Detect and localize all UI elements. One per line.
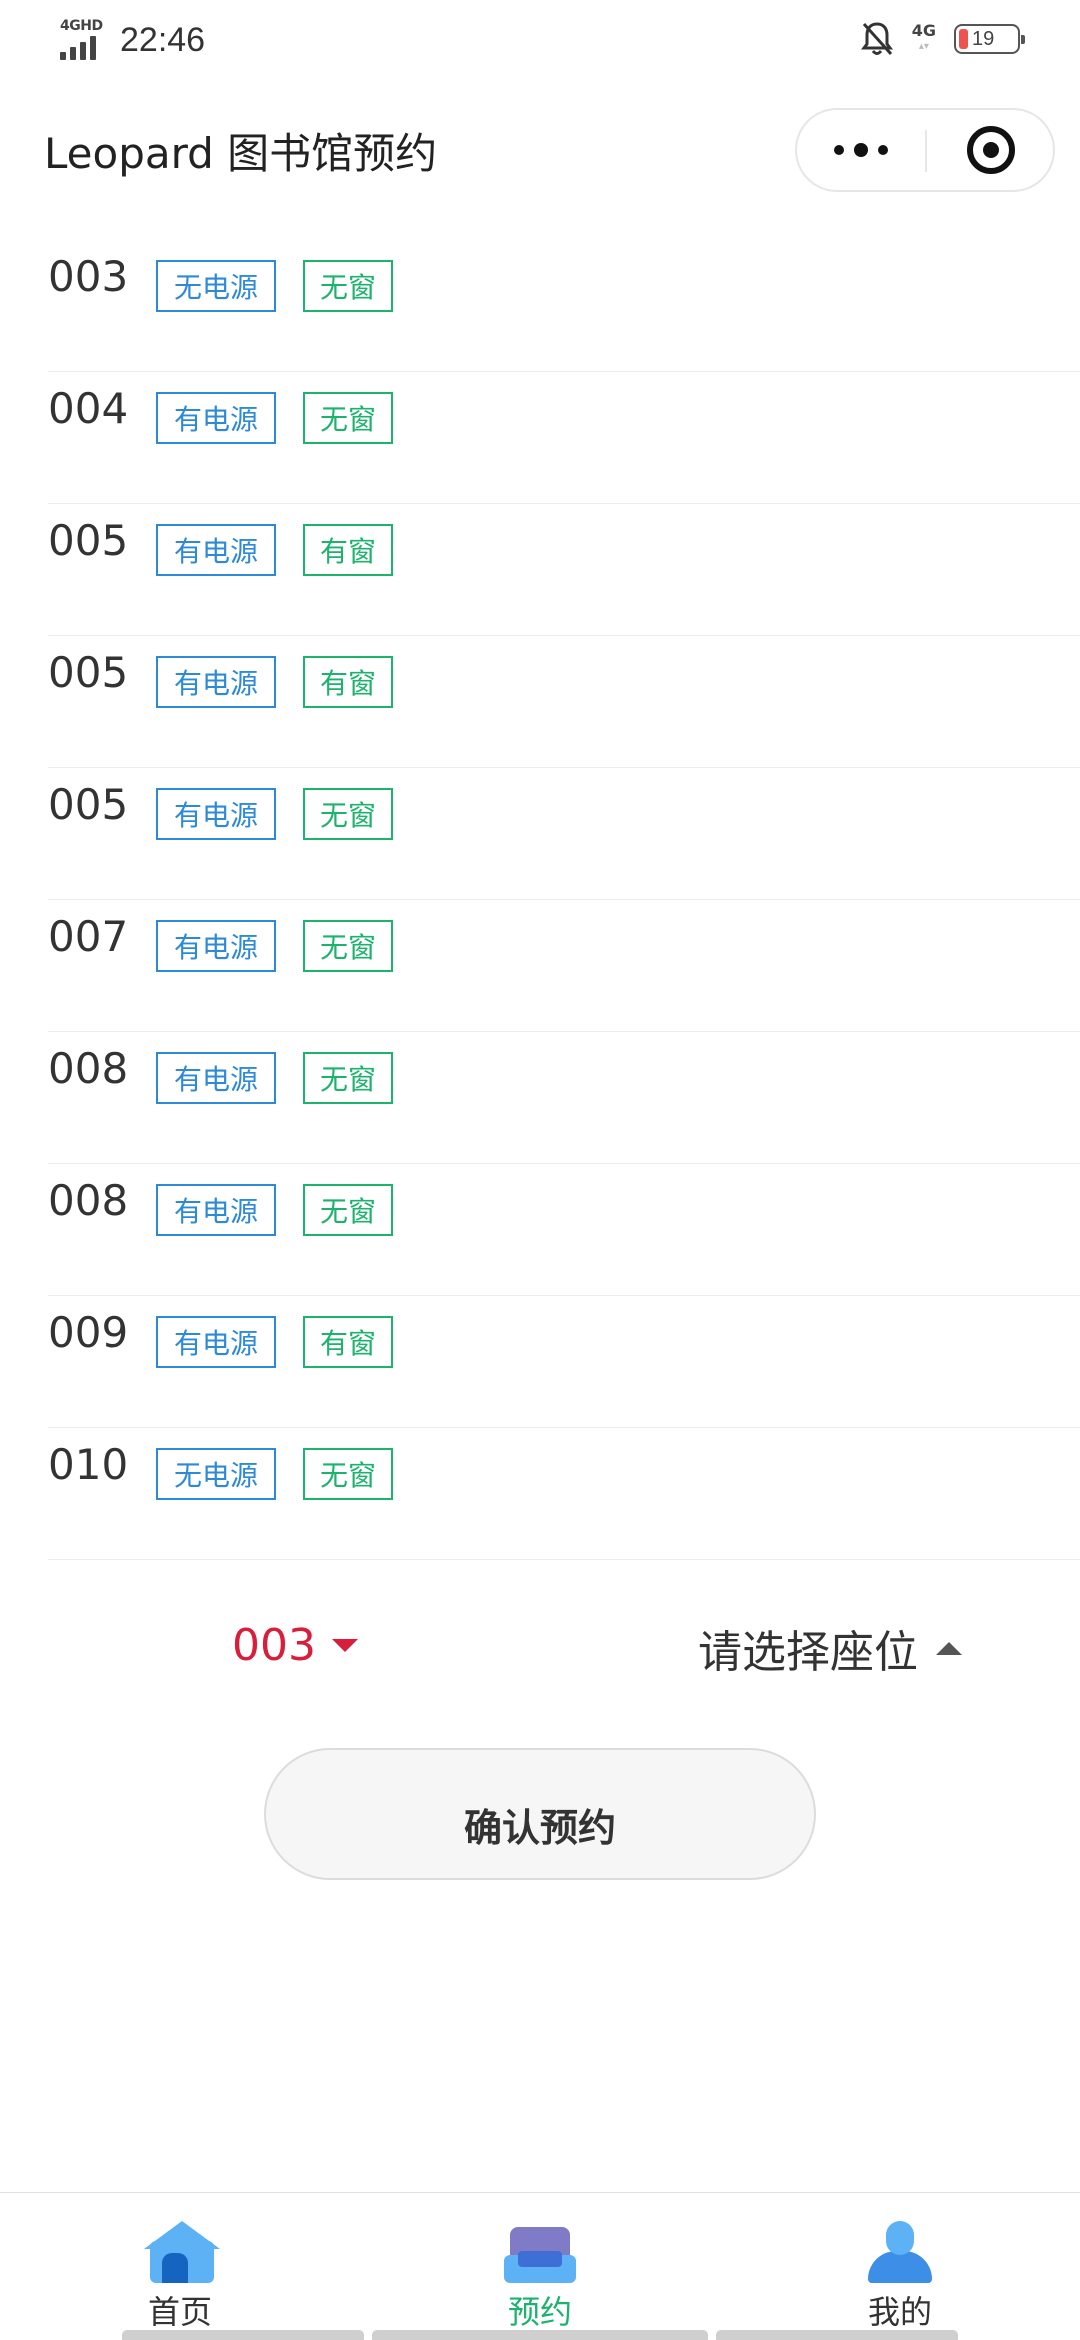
seat-number: 004 <box>48 384 129 433</box>
power-tag: 有电源 <box>156 392 276 444</box>
window-tag: 无窗 <box>303 788 393 840</box>
tab-label: 预约 <box>507 2293 572 2331</box>
signal-bars-icon <box>60 36 96 60</box>
sofa-icon <box>504 2221 576 2283</box>
caret-down-icon <box>331 1639 358 1652</box>
confirm-reservation-button[interactable]: 确认预约 <box>264 1748 816 1880</box>
seat-number: 003 <box>48 252 129 301</box>
tab-mine[interactable]: 我的 <box>780 2193 1020 2333</box>
seat-number: 008 <box>48 1044 129 1093</box>
window-tag: 无窗 <box>303 392 393 444</box>
seat-row[interactable]: 009 有电源 有窗 <box>48 1296 1080 1428</box>
mobile-data-label: 4G <box>911 21 936 40</box>
seat-number: 005 <box>48 780 129 829</box>
seat-number: 005 <box>48 516 129 565</box>
seat-row[interactable]: 005 有电源 无窗 <box>48 768 1080 900</box>
power-tag: 有电源 <box>156 920 276 972</box>
tab-label: 首页 <box>147 2293 212 2331</box>
power-tag: 有电源 <box>156 656 276 708</box>
power-tag: 有电源 <box>156 1052 276 1104</box>
home-indicator-segment <box>372 2330 708 2340</box>
window-tag: 无窗 <box>303 920 393 972</box>
seat-number: 005 <box>48 648 129 697</box>
more-dot-icon <box>854 143 868 157</box>
caret-up-icon <box>936 1641 962 1655</box>
seat-number: 010 <box>48 1440 129 1489</box>
window-tag: 有窗 <box>303 1316 393 1368</box>
data-arrows-icon: ▴▾ <box>918 41 929 52</box>
home-icon <box>144 2221 220 2283</box>
network-label: 4GHD <box>60 18 103 34</box>
window-tag: 无窗 <box>303 1448 393 1500</box>
seat-row[interactable]: 007 有电源 无窗 <box>48 900 1080 1032</box>
power-tag: 有电源 <box>156 524 276 576</box>
tab-label: 我的 <box>867 2293 932 2331</box>
battery-icon: 19 <box>954 24 1025 54</box>
seat-row[interactable]: 008 有电源 无窗 <box>48 1164 1080 1296</box>
status-left: 4GHD 22:46 <box>58 18 205 62</box>
mobile-data-indicator: 4G ▴▾ <box>912 23 936 55</box>
window-tag: 有窗 <box>303 524 393 576</box>
more-button[interactable] <box>797 110 925 190</box>
tab-reserve[interactable]: 预约 <box>420 2193 660 2333</box>
power-tag: 无电源 <box>156 1448 276 1500</box>
window-tag: 有窗 <box>303 656 393 708</box>
mini-program-capsule <box>795 108 1055 192</box>
seat-number: 009 <box>48 1308 129 1357</box>
bell-muted-icon <box>860 22 893 56</box>
status-bar: 4GHD 22:46 4G ▴▾ 19 <box>0 0 1080 80</box>
battery-text: 19 <box>972 27 995 50</box>
page: 4GHD 22:46 4G ▴▾ 19 Leopard 图书馆预约 003 无电… <box>0 0 1080 2340</box>
seat-row[interactable]: 004 有电源 无窗 <box>48 372 1080 504</box>
target-icon <box>967 126 1015 174</box>
seat-row[interactable]: 010 无电源 无窗 <box>48 1428 1080 1560</box>
seat-row[interactable]: 005 有电源 有窗 <box>48 636 1080 768</box>
seat-prompt: 请选择座位 <box>698 1627 918 1678</box>
power-tag: 无电源 <box>156 260 276 312</box>
window-tag: 无窗 <box>303 260 393 312</box>
seat-list: 003 无电源 无窗 004 有电源 无窗 005 有电源 有窗 005 有电源… <box>48 240 1080 1560</box>
navigation-bar: Leopard 图书馆预约 <box>0 100 1080 200</box>
tab-home[interactable]: 首页 <box>60 2193 300 2333</box>
user-icon <box>864 2221 936 2283</box>
page-title: Leopard 图书馆预约 <box>44 129 438 178</box>
network-indicator: 4GHD <box>58 18 106 62</box>
seat-row[interactable]: 003 无电源 无窗 <box>48 240 1080 372</box>
power-tag: 有电源 <box>156 788 276 840</box>
seat-number: 007 <box>48 912 129 961</box>
selected-seat-picker[interactable]: 003 <box>232 1620 358 1671</box>
more-dot-icon <box>834 145 844 155</box>
seat-row[interactable]: 008 有电源 无窗 <box>48 1032 1080 1164</box>
home-indicator-segment <box>716 2330 958 2340</box>
window-tag: 无窗 <box>303 1184 393 1236</box>
seat-row[interactable]: 005 有电源 有窗 <box>48 504 1080 636</box>
more-dot-icon <box>878 145 888 155</box>
close-mini-program-button[interactable] <box>927 110 1055 190</box>
selected-seat-value: 003 <box>232 1620 316 1671</box>
home-indicator-segment <box>122 2330 364 2340</box>
seat-number: 008 <box>48 1176 129 1225</box>
status-right: 4G ▴▾ 19 <box>860 20 1025 58</box>
window-tag: 无窗 <box>303 1052 393 1104</box>
power-tag: 有电源 <box>156 1316 276 1368</box>
tab-bar: 首页 预约 我的 <box>0 2192 1080 2340</box>
status-time: 22:46 <box>120 20 206 59</box>
seat-select-picker[interactable]: 请选择座位 <box>698 1616 962 1680</box>
battery-level <box>959 29 968 49</box>
power-tag: 有电源 <box>156 1184 276 1236</box>
